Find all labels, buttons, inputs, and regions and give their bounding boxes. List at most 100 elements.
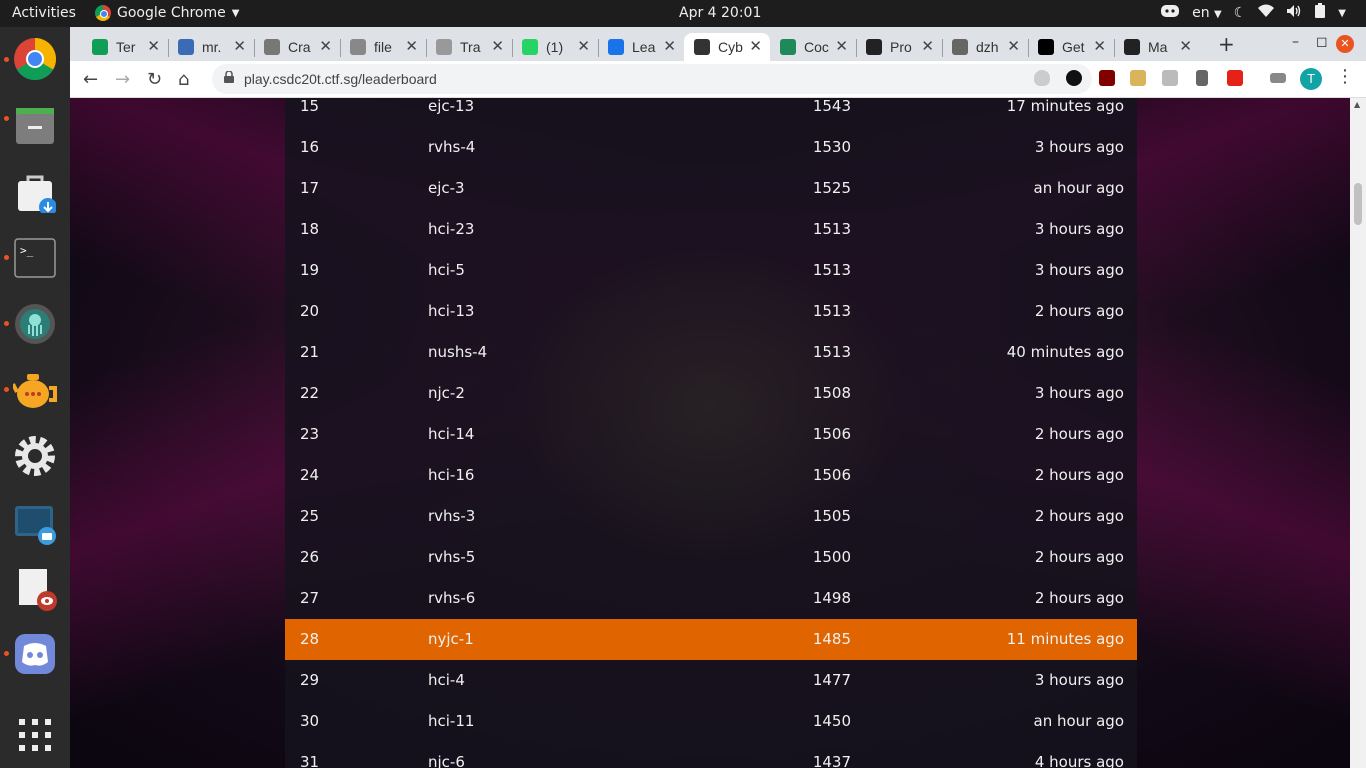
scroll-up-arrow[interactable]: ▲: [1354, 100, 1360, 109]
tab-close-icon[interactable]: ✕: [319, 37, 332, 55]
media-controls-icon[interactable]: [1270, 73, 1286, 83]
team-name-cell[interactable]: nushs-4: [428, 343, 487, 361]
software-launcher[interactable]: [10, 167, 60, 217]
browser-tab[interactable]: Lea ✕: [598, 33, 684, 61]
terminal-icon: >_: [14, 238, 56, 278]
extension-icon[interactable]: [1130, 70, 1146, 86]
team-name-cell[interactable]: nyjc-1: [428, 630, 474, 648]
page-scrollbar[interactable]: ▲: [1350, 98, 1366, 768]
back-button[interactable]: ←: [83, 69, 98, 90]
discord-launcher[interactable]: [4, 629, 60, 679]
show-applications-button[interactable]: [10, 710, 60, 760]
url-text: play.csdc20t.ctf.sg/leaderboard: [244, 71, 437, 87]
tab-close-icon[interactable]: ✕: [491, 37, 504, 55]
team-name-cell[interactable]: njc-6: [428, 753, 465, 768]
menu-kebab-icon[interactable]: ⋮: [1336, 66, 1354, 87]
profile-avatar[interactable]: T: [1300, 68, 1322, 90]
tab-close-icon[interactable]: ✕: [921, 37, 934, 55]
tab-close-icon[interactable]: ✕: [1093, 37, 1106, 55]
gitkraken-launcher[interactable]: [4, 299, 60, 349]
last-solve-cell: 11 minutes ago: [1006, 630, 1124, 648]
team-name-cell[interactable]: hci-16: [428, 466, 474, 484]
team-name-cell[interactable]: hci-23: [428, 220, 474, 238]
tab-favicon-icon: [1124, 39, 1140, 55]
tab-close-icon[interactable]: ✕: [835, 37, 848, 55]
shield-extension-icon[interactable]: [1034, 70, 1050, 86]
tab-close-icon[interactable]: ✕: [749, 37, 762, 55]
document-viewer-icon: [19, 569, 57, 611]
tab-close-icon[interactable]: ✕: [233, 37, 246, 55]
team-name-cell[interactable]: rvhs-4: [428, 138, 475, 156]
activities-button[interactable]: Activities: [12, 5, 76, 21]
team-name-cell[interactable]: rvhs-3: [428, 507, 475, 525]
extension-icon[interactable]: [1196, 70, 1208, 86]
tab-label: (1): [546, 39, 564, 55]
scrollbar-thumb[interactable]: [1354, 183, 1362, 225]
score-cell: 1513: [812, 220, 851, 238]
rank-cell: 27: [300, 589, 320, 607]
team-name-cell[interactable]: ejc-13: [428, 98, 474, 115]
team-name-cell[interactable]: hci-11: [428, 712, 474, 730]
team-name-cell[interactable]: hci-4: [428, 671, 465, 689]
app-menu[interactable]: Google Chrome ▼: [95, 5, 239, 21]
tab-close-icon[interactable]: ✕: [405, 37, 418, 55]
document-viewer-launcher[interactable]: [10, 565, 60, 615]
browser-tab[interactable]: file ✕: [340, 33, 426, 61]
forward-button[interactable]: →: [115, 69, 130, 90]
rank-cell: 22: [300, 384, 320, 402]
tab-favicon-icon: [952, 39, 968, 55]
last-solve-cell: 3 hours ago: [1034, 261, 1124, 279]
team-name-cell[interactable]: hci-13: [428, 302, 474, 320]
language-indicator[interactable]: en ▼: [1192, 5, 1222, 21]
browser-tab[interactable]: (1) ✕: [512, 33, 598, 61]
minimize-button[interactable]: –: [1292, 34, 1299, 50]
address-bar[interactable]: play.csdc20t.ctf.sg/leaderboard ☆: [212, 64, 1092, 94]
browser-tab[interactable]: Cyb ✕: [684, 33, 770, 61]
youtube-extension-icon[interactable]: [1227, 70, 1243, 86]
browser-tab[interactable]: mr. ✕: [168, 33, 254, 61]
new-tab-button[interactable]: +: [1218, 32, 1235, 56]
chevron-down-icon[interactable]: ▼: [1338, 8, 1346, 19]
ublock-icon[interactable]: [1099, 70, 1115, 86]
tab-close-icon[interactable]: ✕: [1179, 37, 1192, 55]
team-name-cell[interactable]: hci-5: [428, 261, 465, 279]
tab-close-icon[interactable]: ✕: [663, 37, 676, 55]
teapot-launcher[interactable]: [4, 365, 60, 415]
browser-tab[interactable]: Ter ✕: [82, 33, 168, 61]
browser-tab[interactable]: Coc ✕: [770, 33, 856, 61]
team-name-cell[interactable]: ejc-3: [428, 179, 465, 197]
tab-close-icon[interactable]: ✕: [1007, 37, 1020, 55]
tab-close-icon[interactable]: ✕: [147, 37, 160, 55]
file-cabinet-icon: [16, 108, 54, 144]
team-name-cell[interactable]: rvhs-5: [428, 548, 475, 566]
system-tray[interactable]: en ▼ ☾ ▼: [1160, 3, 1346, 23]
chrome-launcher[interactable]: [4, 34, 60, 84]
home-button[interactable]: ⌂: [178, 69, 189, 90]
dark-extension-icon[interactable]: [1066, 70, 1082, 86]
team-name-cell[interactable]: hci-14: [428, 425, 474, 443]
browser-tab[interactable]: dzh ✕: [942, 33, 1028, 61]
tab-close-icon[interactable]: ✕: [577, 37, 590, 55]
browser-tab[interactable]: Cra ✕: [254, 33, 340, 61]
last-solve-cell: an hour ago: [1033, 712, 1124, 730]
tab-favicon-icon: [178, 39, 194, 55]
settings-launcher[interactable]: [10, 431, 60, 481]
browser-tab[interactable]: Tra ✕: [426, 33, 512, 61]
clock[interactable]: Apr 4 20:01: [679, 5, 761, 21]
browser-tab[interactable]: Pro ✕: [856, 33, 942, 61]
tab-favicon-icon: [694, 39, 710, 55]
screenshot-launcher[interactable]: [10, 499, 60, 549]
files-launcher[interactable]: [4, 100, 60, 150]
close-window-button[interactable]: ✕: [1336, 35, 1354, 53]
browser-tab[interactable]: Ma ✕: [1114, 33, 1200, 61]
tab-label: dzh: [976, 39, 999, 55]
browser-tab[interactable]: Get ✕: [1028, 33, 1114, 61]
team-name-cell[interactable]: njc-2: [428, 384, 465, 402]
reload-button[interactable]: ↻: [147, 69, 162, 90]
extension-icon[interactable]: [1162, 70, 1178, 86]
terminal-launcher[interactable]: >_: [4, 233, 60, 283]
team-name-cell[interactable]: rvhs-6: [428, 589, 475, 607]
tab-label: Pro: [890, 39, 912, 55]
maximize-button[interactable]: ◻: [1316, 34, 1328, 50]
discord-tray-icon[interactable]: [1160, 3, 1180, 23]
